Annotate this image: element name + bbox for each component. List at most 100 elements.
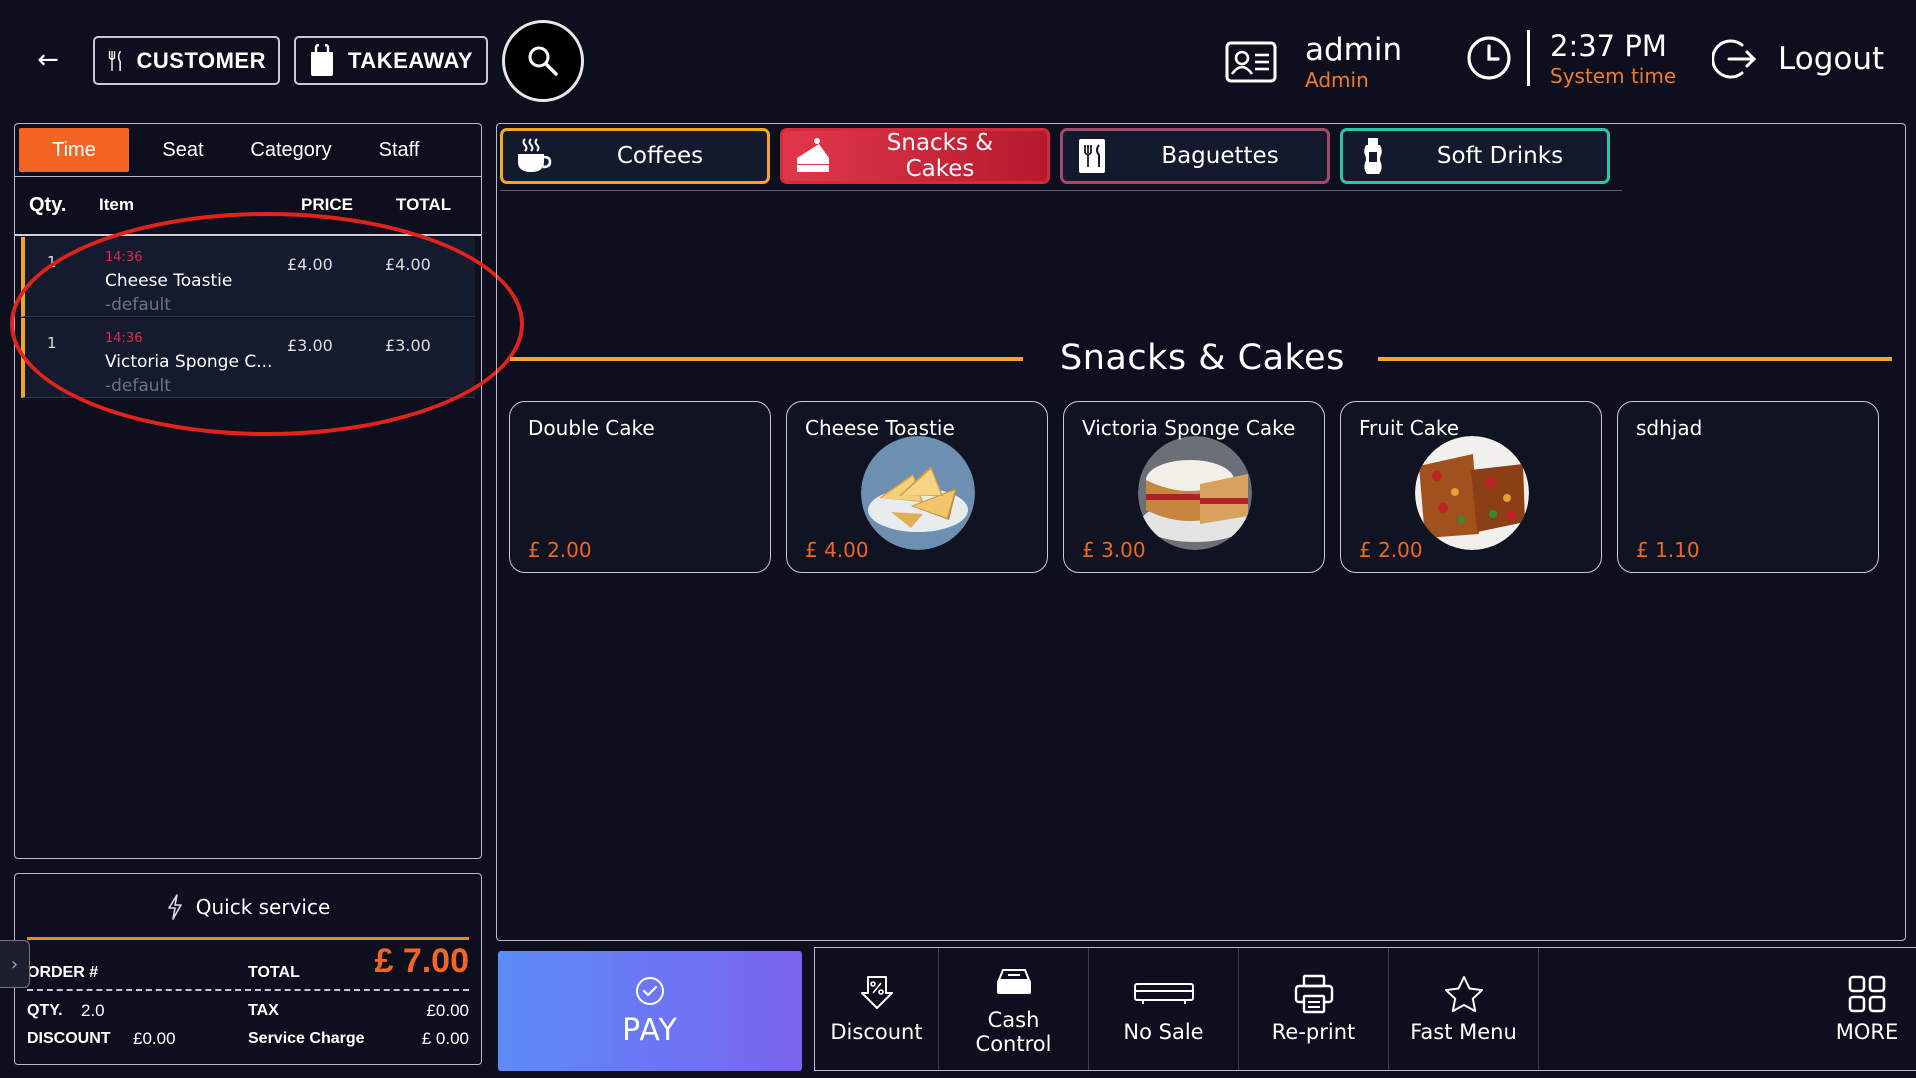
item-price: £3.00: [287, 336, 333, 355]
system-clock: 2:37 PM System time: [1465, 28, 1676, 88]
product-price: £ 2.00: [528, 538, 592, 562]
no-sale-label: No Sale: [1123, 1020, 1204, 1044]
cutlery-icon: [108, 50, 121, 71]
fast-menu-label: Fast Menu: [1410, 1020, 1517, 1044]
item-qty: 1: [47, 253, 57, 271]
chevron-right-icon: ›: [10, 953, 19, 975]
takeaway-bag-icon: [311, 43, 333, 76]
takeaway-button[interactable]: TAKEAWAY: [294, 36, 488, 85]
order-tabs: Time Seat Category Staff: [19, 128, 477, 172]
summary-divider: [27, 937, 469, 940]
tab-category[interactable]: Category: [237, 128, 345, 172]
cake-icon: [797, 138, 829, 172]
customer-button[interactable]: CUSTOMER: [93, 36, 280, 85]
qty-label: QTY.: [27, 1002, 63, 1019]
cash-control-button[interactable]: Cash Control: [939, 948, 1089, 1070]
user-info: admin Admin: [1225, 30, 1402, 94]
discount-label: DISCOUNT: [27, 1030, 111, 1047]
grid-icon: [1848, 975, 1886, 1013]
item-time: 14:36: [105, 331, 143, 346]
lightning-icon: [167, 894, 182, 920]
product-image-fruitcake: [1415, 436, 1529, 550]
drink-bottle-icon: [1364, 138, 1382, 174]
cash-drawer-icon: [996, 969, 1031, 994]
discount-label: Discount: [830, 1020, 923, 1044]
category-label: Coffees: [616, 143, 704, 169]
item-modifier: -default: [105, 295, 171, 315]
arrow-left-icon: ←: [37, 45, 59, 75]
fast-menu-button[interactable]: Fast Menu: [1389, 948, 1539, 1070]
product-name: Double Cake: [528, 416, 655, 440]
order-item-row[interactable]: 1 14:36 Victoria Sponge C... -default £3…: [21, 318, 475, 398]
item-modifier: -default: [105, 376, 171, 396]
header-divider: [15, 234, 481, 236]
product-card[interactable]: Fruit Cake £ 2.00: [1340, 401, 1602, 573]
printer-icon: [1294, 974, 1333, 1014]
more-label: MORE: [1835, 1020, 1899, 1044]
tax-label: TAX: [248, 1002, 279, 1019]
product-card[interactable]: sdhjad £ 1.10: [1617, 401, 1879, 573]
col-total: TOTAL: [396, 195, 452, 214]
order-panel: Time Seat Category Staff Qty. Item PRICE…: [14, 123, 482, 859]
order-summary: Quick service ORDER # TOTAL £ 7.00 QTY. …: [14, 873, 482, 1065]
quick-service-label: Quick service: [195, 895, 331, 919]
discount-value: £0.00: [133, 1029, 176, 1048]
clock-label: System time: [1550, 64, 1677, 88]
product-name: Victoria Sponge Cake: [1082, 416, 1296, 440]
star-icon: [1444, 976, 1483, 1013]
tab-time[interactable]: Time: [19, 128, 129, 172]
tab-staff[interactable]: Staff: [345, 128, 453, 172]
reprint-button[interactable]: Re-print: [1239, 948, 1389, 1070]
customer-label: CUSTOMER: [136, 47, 266, 73]
category-divider: [500, 190, 1622, 191]
product-card[interactable]: Double Cake £ 2.00: [509, 401, 771, 573]
logout-icon: [1712, 39, 1757, 79]
product-price: £ 3.00: [1082, 538, 1146, 562]
product-image-toastie: [861, 436, 975, 550]
col-price: PRICE: [301, 195, 353, 214]
product-name: sdhjad: [1636, 416, 1703, 440]
pay-label: PAY: [622, 1012, 678, 1048]
item-price: £4.00: [287, 255, 333, 274]
clock-icon: [1467, 36, 1511, 80]
category-label: Snacks & Cakes: [886, 130, 994, 182]
search-icon: [528, 46, 558, 76]
col-qty: Qty.: [29, 193, 67, 216]
section-title: Snacks & Cakes: [1060, 338, 1345, 378]
section-line-left: [510, 357, 1023, 361]
product-card[interactable]: Victoria Sponge Cake £ 3.00: [1063, 401, 1325, 573]
cash-register-icon: [1133, 983, 1194, 1004]
logout-button[interactable]: Logout: [1712, 36, 1884, 82]
action-bar: Discount Cash Control No Sale Re-print F…: [814, 947, 1916, 1071]
item-time: 14:36: [105, 250, 143, 265]
category-soft-drinks[interactable]: Soft Drinks: [1340, 128, 1610, 184]
no-sale-button[interactable]: No Sale: [1089, 948, 1239, 1070]
check-circle-icon: [636, 976, 664, 1005]
summary-dashed-line: [27, 989, 469, 991]
quick-service[interactable]: Quick service: [15, 894, 481, 920]
product-price: £ 1.10: [1636, 538, 1700, 562]
tax-value: £0.00: [426, 1001, 469, 1020]
pay-button[interactable]: PAY: [498, 951, 802, 1071]
product-card[interactable]: Cheese Toastie £ 4.00: [786, 401, 1048, 573]
side-drawer-handle[interactable]: ›: [0, 940, 30, 988]
col-item: Item: [99, 195, 134, 214]
item-qty: 1: [47, 334, 57, 352]
back-button[interactable]: ←: [30, 40, 66, 80]
category-label: Baguettes: [1161, 143, 1279, 169]
item-name: Cheese Toastie: [105, 271, 233, 291]
total-label: TOTAL: [248, 964, 300, 981]
service-charge-label: Service Charge: [248, 1030, 365, 1047]
discount-button[interactable]: Discount: [815, 948, 939, 1070]
reprint-label: Re-print: [1271, 1020, 1356, 1044]
category-baguettes[interactable]: Baguettes: [1060, 128, 1330, 184]
category-snacks-cakes[interactable]: Snacks & Cakes: [780, 128, 1050, 184]
order-item-row[interactable]: 1 14:36 Cheese Toastie -default £4.00 £4…: [21, 237, 475, 317]
category-coffees[interactable]: Coffees: [500, 128, 770, 184]
search-button[interactable]: [502, 20, 584, 102]
logout-label: Logout: [1778, 41, 1885, 77]
coffee-icon: [518, 138, 552, 172]
more-button[interactable]: MORE: [1817, 948, 1916, 1070]
item-total: £3.00: [385, 336, 431, 355]
tab-seat[interactable]: Seat: [129, 128, 237, 172]
